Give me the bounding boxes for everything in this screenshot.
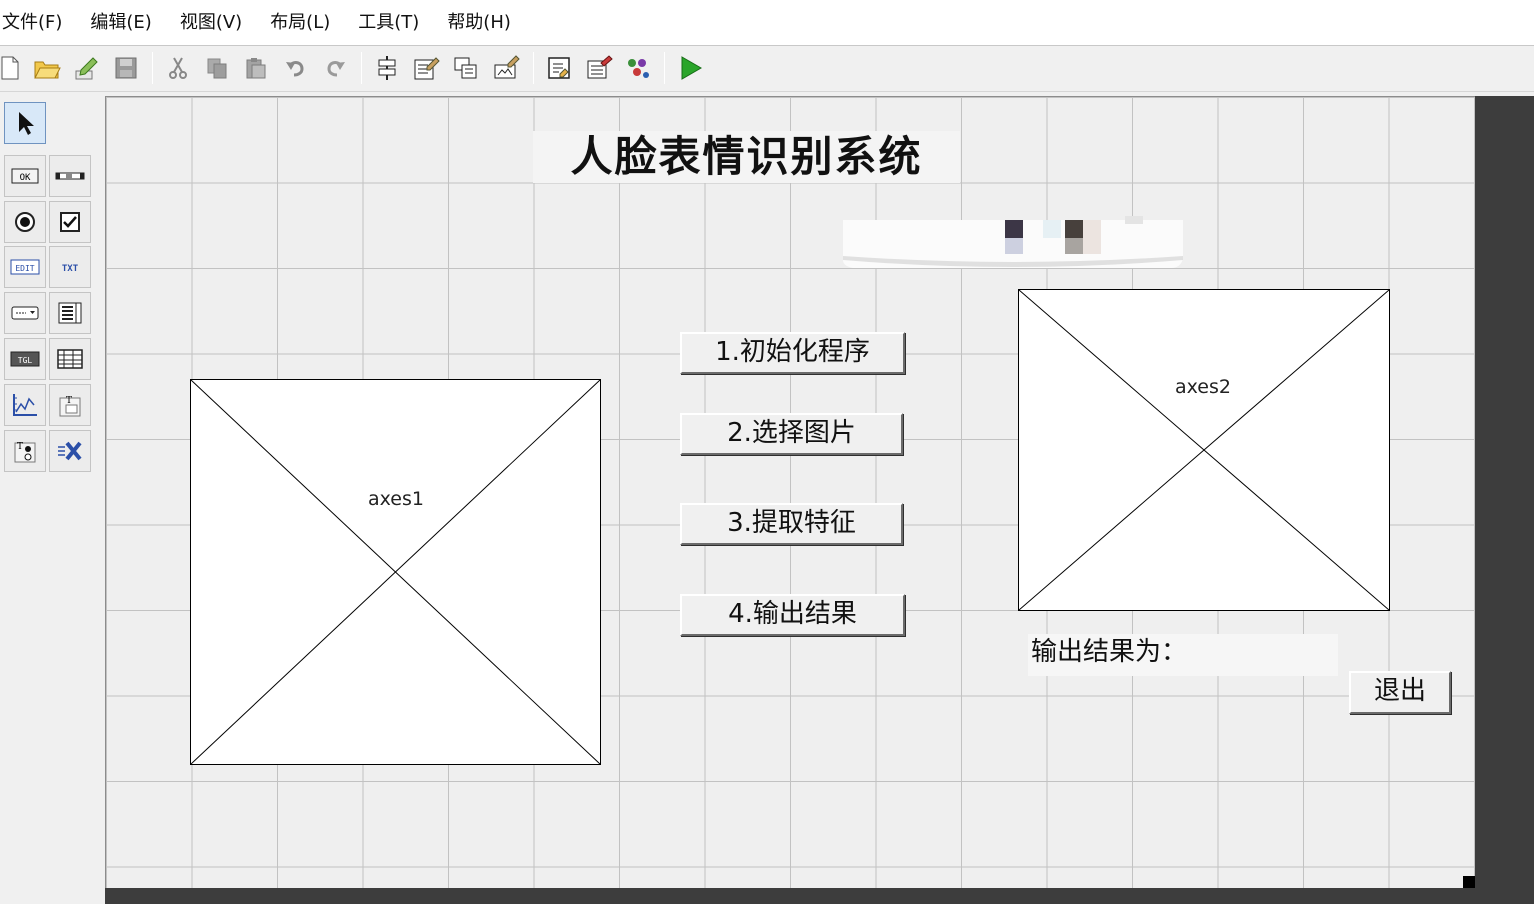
pushbutton-tool-icon[interactable]: OK [4,155,46,197]
toolbar-separator [361,52,362,84]
output-result-button[interactable]: 4.输出结果 [680,594,905,636]
axes2[interactable]: axes2 [1018,289,1390,611]
canvas-border-bottom [105,888,1534,904]
axes2-label: axes2 [1175,376,1231,398]
exit-button[interactable]: 退出 [1349,671,1451,714]
svg-text:OK: OK [20,173,31,183]
paste-icon[interactable] [240,52,272,84]
init-program-button[interactable]: 1.初始化程序 [680,332,905,374]
m-file-editor-icon[interactable] [544,52,576,84]
axes1-label: axes1 [368,488,424,510]
panel-tool-icon[interactable]: T [49,384,91,426]
axes1-placeholder-cross [191,380,600,764]
toolbar-separator [533,52,534,84]
svg-text:TXT: TXT [62,264,79,274]
listbox-tool-icon[interactable] [49,292,91,334]
menu-view[interactable]: 视图(V) [166,0,256,46]
new-file-icon[interactable] [0,52,26,84]
edit-text-tool-icon[interactable]: EDIT [4,246,46,288]
menu-layout[interactable]: 布局(L) [256,0,344,46]
menu-edit[interactable]: 编辑(E) [76,0,165,46]
button-group-tool-icon[interactable]: T [4,430,46,472]
radio-button-tool-icon[interactable] [4,201,46,243]
title-static-text[interactable]: 人脸表情识别系统 [533,131,960,183]
toolbar-editor-icon[interactable] [490,52,522,84]
menu-file[interactable]: 文件(F) [0,0,76,46]
undo-icon[interactable] [280,52,312,84]
component-palette: OK EDIT TXT TGL T T [0,96,100,904]
axes1[interactable]: axes1 [190,379,601,765]
menu-tools[interactable]: 工具(T) [344,0,433,46]
cut-icon[interactable] [162,52,194,84]
svg-text:TGL: TGL [18,356,33,365]
menu-bar: 文件(F) 编辑(E) 视图(V) 布局(L) 工具(T) 帮助(H) [0,0,1534,46]
save-icon[interactable] [110,52,142,84]
static-text-tool-icon[interactable]: TXT [49,246,91,288]
canvas-border-right [1475,96,1534,904]
tab-order-icon[interactable] [450,52,482,84]
activex-tool-icon[interactable] [49,430,91,472]
toolbar-separator [152,52,153,84]
object-browser-icon[interactable] [622,52,654,84]
menu-editor-icon[interactable] [410,52,442,84]
property-inspector-icon[interactable] [583,52,615,84]
svg-text:T: T [17,442,23,452]
guide-layout-editor: 文件(F) 编辑(E) 视图(V) 布局(L) 工具(T) 帮助(H) OK E… [0,0,1534,904]
align-icon[interactable] [371,52,403,84]
axes2-placeholder-cross [1019,290,1389,610]
popup-menu-tool-icon[interactable] [4,292,46,334]
axes-tool-icon[interactable] [4,384,46,426]
checkbox-tool-icon[interactable] [49,201,91,243]
redo-icon[interactable] [319,52,351,84]
menu-help[interactable]: 帮助(H) [433,0,525,46]
toolbar [0,46,1534,92]
slider-tool-icon[interactable] [49,155,91,197]
edit-icon[interactable] [71,52,103,84]
open-folder-icon[interactable] [31,52,63,84]
table-tool-icon[interactable] [49,338,91,380]
redacted-text [843,216,1185,268]
select-image-button[interactable]: 2.选择图片 [680,413,903,455]
run-icon[interactable] [675,52,707,84]
select-tool-icon[interactable] [4,102,46,144]
toolbar-separator [664,52,665,84]
toggle-button-tool-icon[interactable]: TGL [4,338,46,380]
result-static-text[interactable]: 输出结果为： [1028,634,1338,676]
copy-icon[interactable] [201,52,233,84]
figure-resize-handle[interactable] [1463,876,1475,888]
svg-text:EDIT: EDIT [15,264,34,273]
extract-features-button[interactable]: 3.提取特征 [680,503,903,545]
